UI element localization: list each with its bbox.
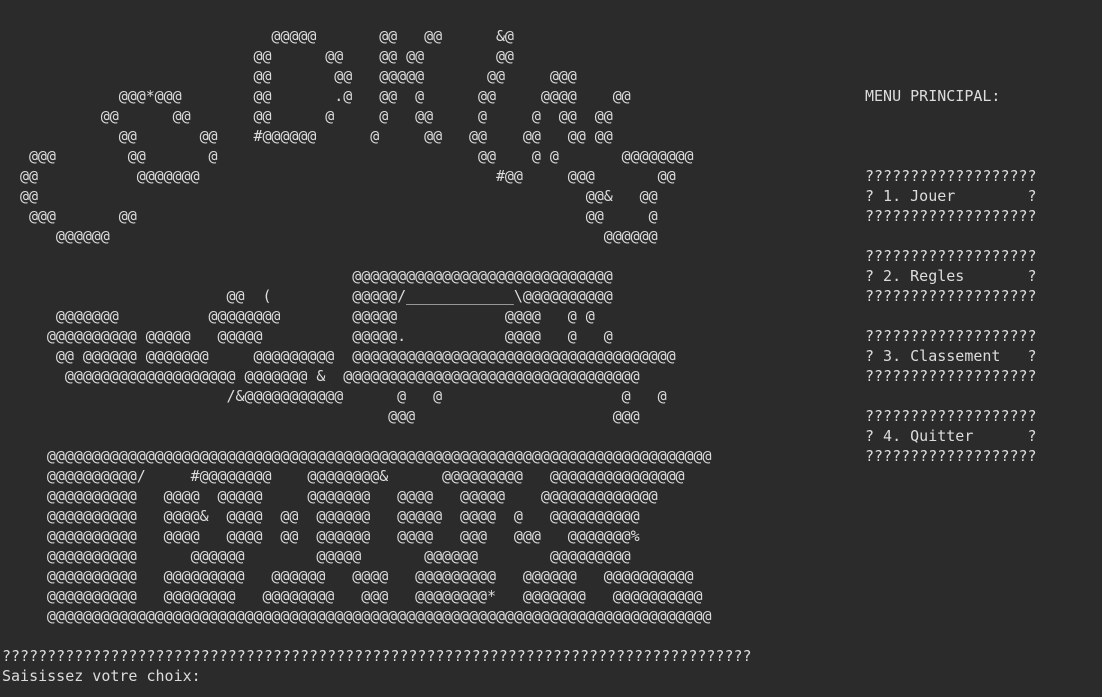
menu-item-border-bottom: ??????????????????? xyxy=(865,207,1037,225)
menu-item-label: ? 3. Classement ? xyxy=(865,347,1037,365)
menu-item-label: ? 2. Regles ? xyxy=(865,267,1037,285)
menu-item-border-top: ??????????????????? xyxy=(865,247,1037,265)
menu-item-border-top: ??????????????????? xyxy=(865,167,1037,185)
menu-item-quitter[interactable]: ??????????????????? ? 4. Quitter ? ?????… xyxy=(865,406,1037,466)
menu-item-border-bottom: ??????????????????? xyxy=(865,287,1037,305)
menu-item-border-top: ??????????????????? xyxy=(865,407,1037,425)
separator-line: ????????????????????????????????????????… xyxy=(2,647,752,665)
ascii-title-art: @@@@@@@@@@@@@@@@@@@@@@@@@@@@@@@@@@@@@@@@… xyxy=(46,447,712,625)
menu-item-jouer[interactable]: ??????????????????? ? 1. Jouer ? ???????… xyxy=(865,166,1037,226)
menu-item-classement[interactable]: ??????????????????? ? 3. Classement ? ??… xyxy=(865,326,1037,386)
menu-item-border-top: ??????????????????? xyxy=(865,327,1037,345)
menu-item-label: ? 1. Jouer ? xyxy=(865,187,1037,205)
menu-item-regles[interactable]: ??????????????????? ? 2. Regles ? ??????… xyxy=(865,246,1037,306)
input-prompt[interactable]: Saisissez votre choix: xyxy=(2,666,201,686)
menu-item-label: ? 4. Quitter ? xyxy=(865,427,1037,445)
menu-item-border-bottom: ??????????????????? xyxy=(865,447,1037,465)
ascii-car-art: @@@@@@@@@@@@@@@@@@@@@@@@@@@@@ @@ ( @@@@@… xyxy=(46,267,676,425)
menu-heading: MENU PRINCIPAL: xyxy=(865,87,1001,105)
ascii-logo-art: @@@@@ @@ @@ &@ @@ @@ @@ @@ @@ @@ @@ @@@@… xyxy=(19,27,694,245)
menu-item-border-bottom: ??????????????????? xyxy=(865,367,1037,385)
